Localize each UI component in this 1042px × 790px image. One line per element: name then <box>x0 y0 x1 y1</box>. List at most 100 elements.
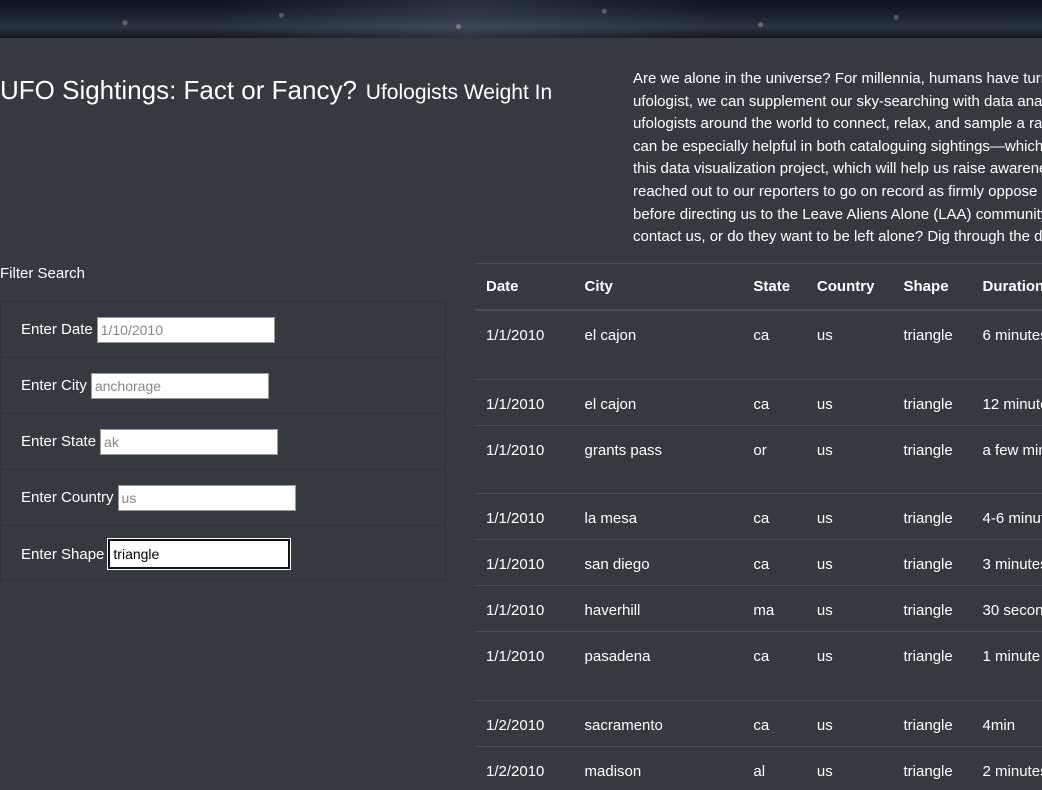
cell-shape: triangle <box>892 493 972 540</box>
cell-country: us <box>805 310 893 380</box>
cell-shape: triangle <box>892 425 972 494</box>
intro-line: ufologists around the world to connect, … <box>633 115 1042 133</box>
page-title-sub: Ufologists Weight In <box>365 81 553 104</box>
intro-line: Are we alone in the universe? For millen… <box>633 70 1042 87</box>
cell-state: ca <box>742 310 806 380</box>
ufo-table-container: Date City State Country Shape Duration 1… <box>475 263 1042 790</box>
filter-row-country: Enter Country <box>1 470 445 526</box>
filter-row-date: Enter Date <box>1 302 445 358</box>
cell-shape: triangle <box>892 539 972 586</box>
cell-city: grants pass <box>573 425 743 494</box>
cell-country: us <box>805 746 893 790</box>
header-country: Country <box>805 264 893 311</box>
header-shape: Shape <box>892 264 972 311</box>
intro-line: this data visualization project, which w… <box>633 160 1042 178</box>
cell-city: san diego <box>573 539 743 586</box>
cell-date: 1/1/2010 <box>475 379 574 426</box>
cell-country: us <box>805 493 893 540</box>
filter-form: Enter Date Enter City Enter State Enter … <box>0 301 446 581</box>
country-filter-label: Enter Country <box>21 489 114 506</box>
cell-date: 1/2/2010 <box>475 700 574 747</box>
filter-row-city: Enter City <box>1 358 445 414</box>
cell-shape: triangle <box>892 631 972 701</box>
header-duration: Duration <box>971 264 1042 311</box>
cell-duration: 4-6 minutes <box>971 493 1042 540</box>
city-filter-label: Enter City <box>21 377 87 394</box>
cell-state: ma <box>742 585 806 632</box>
cell-date: 1/1/2010 <box>475 310 574 380</box>
cell-duration: 30 seconds <box>971 585 1042 632</box>
cell-date: 1/1/2010 <box>475 539 574 586</box>
cell-country: us <box>805 585 893 632</box>
cell-shape: triangle <box>892 379 972 426</box>
date-filter-input[interactable] <box>96 316 275 343</box>
cell-date: 1/1/2010 <box>475 631 574 701</box>
table-row: 1/1/2010 el cajon ca us triangle 6 minut… <box>475 310 1042 380</box>
cell-country: us <box>805 631 893 701</box>
header-city: City <box>573 264 743 311</box>
hero-banner-image <box>0 0 1042 38</box>
cell-date: 1/2/2010 <box>475 746 574 790</box>
cell-state: ca <box>742 493 806 540</box>
cell-duration: a few mintues <box>971 425 1042 494</box>
header-date: Date <box>475 264 574 311</box>
cell-date: 1/1/2010 <box>475 585 574 632</box>
cell-city: madison <box>573 746 743 790</box>
cell-state: or <box>742 425 806 494</box>
cell-duration: 12 minutes <box>971 379 1042 426</box>
cell-duration: 1 minute <box>971 631 1042 701</box>
cell-state: ca <box>742 631 806 701</box>
cell-state: al <box>742 746 806 790</box>
cell-duration: 2 minutes <box>971 746 1042 790</box>
country-filter-input[interactable] <box>117 484 296 511</box>
table-row: 1/1/2010 grants pass or us triangle a fe… <box>475 425 1042 494</box>
table-row: 1/1/2010 haverhill ma us triangle 30 sec… <box>475 585 1042 632</box>
intro-paragraph: Are we alone in the universe? For millen… <box>633 68 1042 249</box>
table-row: 1/2/2010 sacramento ca us triangle 4min <box>475 700 1042 747</box>
state-filter-label: Enter State <box>21 433 97 450</box>
table-row: 1/2/2010 madison al us triangle 2 minute… <box>475 746 1042 790</box>
city-filter-input[interactable] <box>90 372 269 399</box>
cell-city: pasadena <box>573 631 743 701</box>
cell-country: us <box>805 425 893 494</box>
cell-city: el cajon <box>573 310 743 380</box>
table-row: 1/1/2010 el cajon ca us triangle 12 minu… <box>475 379 1042 426</box>
hero-city-lights <box>0 0 1042 38</box>
shape-filter-label: Enter Shape <box>21 545 105 563</box>
cell-country: us <box>805 700 893 747</box>
cell-state: ca <box>742 700 806 747</box>
cell-city: la mesa <box>573 493 743 540</box>
filter-search-heading: Filter Search <box>0 265 86 282</box>
cell-shape: triangle <box>892 310 972 380</box>
cell-date: 1/1/2010 <box>475 493 574 540</box>
cell-duration: 4min <box>971 700 1042 747</box>
table-row: 1/1/2010 pasadena ca us triangle 1 minut… <box>475 631 1042 701</box>
header-state: State <box>742 264 806 311</box>
table-header-row: Date City State Country Shape Duration <box>475 264 1042 311</box>
cell-duration: 6 minutes <box>971 310 1042 380</box>
table-row: 1/1/2010 san diego ca us triangle 3 minu… <box>475 539 1042 586</box>
page-title-main: UFO Sightings: Fact or Fancy? <box>0 75 357 105</box>
cell-city: sacramento <box>573 700 743 747</box>
cell-country: us <box>805 379 893 426</box>
cell-state: ca <box>742 539 806 586</box>
cell-state: ca <box>742 379 806 426</box>
cell-shape: triangle <box>892 700 972 747</box>
table-row: 1/1/2010 la mesa ca us triangle 4-6 minu… <box>475 493 1042 540</box>
filter-row-shape: Enter Shape <box>1 526 445 582</box>
state-filter-input[interactable] <box>100 428 279 455</box>
filter-row-state: Enter State <box>1 414 445 470</box>
cell-duration: 3 minutes <box>971 539 1042 586</box>
ufo-sightings-table: Date City State Country Shape Duration 1… <box>475 264 1042 790</box>
intro-line: ufologist, we can supplement our sky-sea… <box>633 92 1042 110</box>
cell-country: us <box>805 539 893 586</box>
intro-line: reached out to our reporters to go on re… <box>633 182 1038 200</box>
cell-city: el cajon <box>573 379 743 426</box>
cell-shape: triangle <box>892 746 972 790</box>
cell-city: haverhill <box>573 585 743 632</box>
intro-line: can be especially helpful in both catalo… <box>633 137 1042 155</box>
shape-filter-input[interactable] <box>107 538 292 570</box>
page-title: UFO Sightings: Fact or Fancy? Ufologists… <box>0 70 552 107</box>
intro-line: contact us, or do they want to be left a… <box>633 228 1042 246</box>
date-filter-label: Enter Date <box>21 321 93 338</box>
